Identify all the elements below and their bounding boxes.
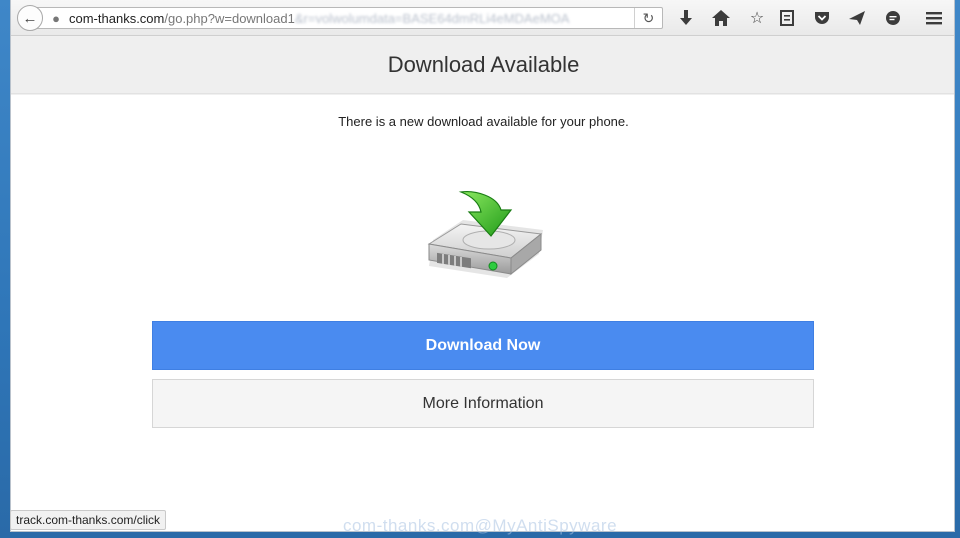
page-header: Download Available xyxy=(11,37,954,94)
download-now-button[interactable]: Download Now xyxy=(152,321,814,370)
url-bar[interactable]: ● com-thanks.com/go.php?w=download1&r=vo… xyxy=(33,7,663,29)
browser-toolbar: ← ● com-thanks.com/go.php?w=download1&r=… xyxy=(11,0,954,36)
watermark: com-thanks.com@MyAntiSpyware xyxy=(342,516,618,535)
download-icon[interactable] xyxy=(675,7,697,29)
back-arrow-icon[interactable]: ← xyxy=(17,5,43,31)
reload-icon[interactable]: ↻ xyxy=(634,8,662,28)
home-icon[interactable] xyxy=(710,7,732,29)
reading-list-icon[interactable] xyxy=(776,7,798,29)
bookmark-star-icon[interactable]: ☆ xyxy=(746,7,768,29)
send-icon[interactable] xyxy=(846,7,868,29)
url-path: /go.php?w=download1 xyxy=(164,10,295,26)
menu-icon[interactable] xyxy=(923,7,945,29)
pocket-icon[interactable] xyxy=(811,7,833,29)
page-content: There is a new download available for yo… xyxy=(11,95,954,531)
url-obscured: &r=volwolumdata=BASE64dmRLi4eMDAeMOA xyxy=(294,10,570,26)
more-information-button[interactable]: More Information xyxy=(152,379,814,428)
hard-drive-download-icon xyxy=(419,188,547,288)
url-domain: com-thanks.com xyxy=(69,10,165,26)
browser-window: ← ● com-thanks.com/go.php?w=download1&r=… xyxy=(10,0,955,532)
chat-icon[interactable] xyxy=(882,7,904,29)
page-subtitle: There is a new download available for yo… xyxy=(338,114,629,129)
url-text[interactable]: com-thanks.com/go.php?w=download1&r=volw… xyxy=(69,11,609,26)
globe-icon: ● xyxy=(52,10,60,26)
page-title: Download Available xyxy=(387,52,580,77)
